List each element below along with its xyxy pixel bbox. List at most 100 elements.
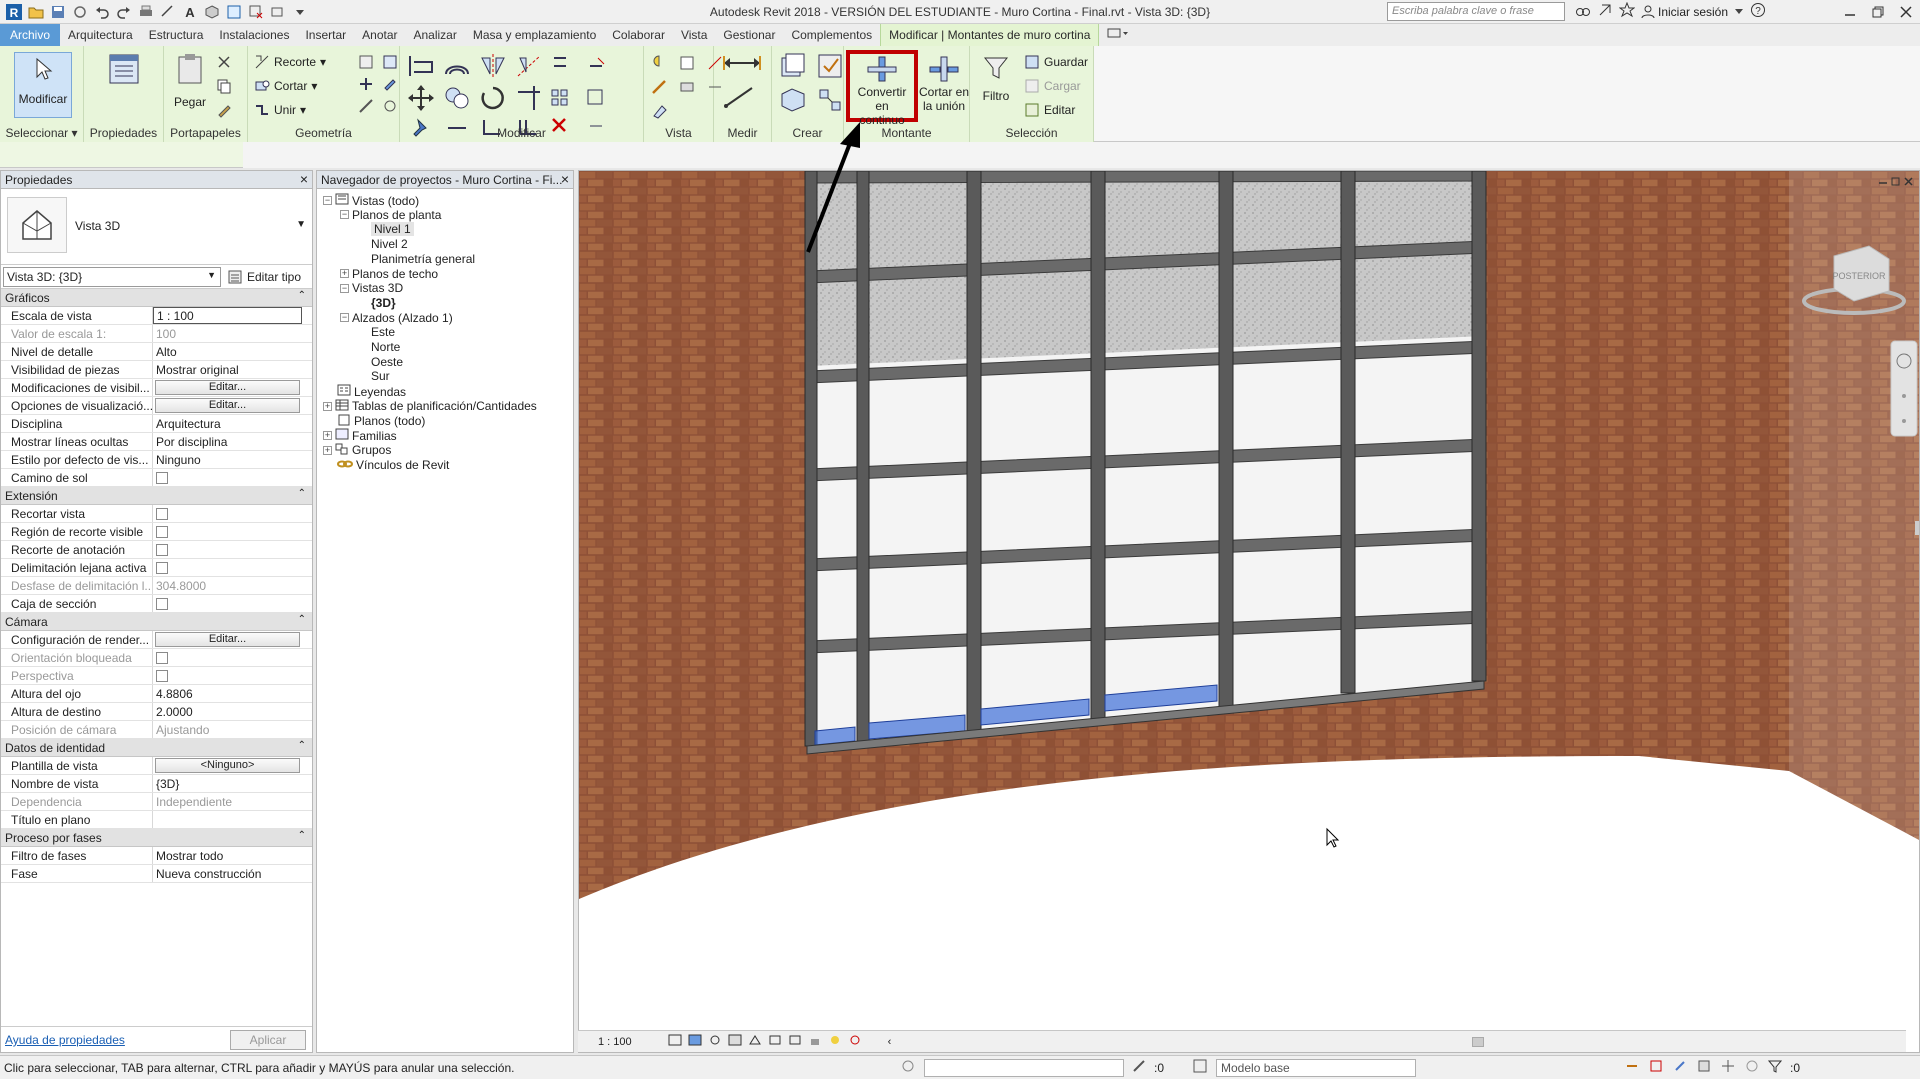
view-filter-icon[interactable] <box>678 78 696 96</box>
lock-view-icon[interactable] <box>808 1034 822 1049</box>
edit-selection-button[interactable]: Editar <box>1024 102 1075 118</box>
collapse-icon[interactable]: ⌃ <box>298 830 306 841</box>
instance-selector[interactable]: Vista 3D: {3D} ▼ <box>3 266 221 287</box>
browser-item[interactable]: − Vistas 3D <box>340 281 403 295</box>
property-value[interactable]: Alto <box>153 343 312 360</box>
property-value[interactable]: Mostrar todo <box>153 847 312 864</box>
browser-item[interactable]: + Grupos <box>323 443 391 458</box>
browser-item[interactable]: Norte <box>357 340 400 354</box>
browser-item[interactable]: Planimetría general <box>357 252 475 266</box>
pan-icon[interactable] <box>1902 419 1906 423</box>
help-icon[interactable]: ? <box>1750 2 1766 21</box>
visual-style-icon[interactable] <box>688 1034 702 1049</box>
property-checkbox[interactable] <box>156 472 168 484</box>
minimize-icon[interactable] <box>1836 0 1864 24</box>
save-icon[interactable] <box>48 2 68 22</box>
property-section-header[interactable]: Extensión ⌃ <box>1 487 312 505</box>
expand-icon[interactable]: + <box>340 269 349 278</box>
array-icon[interactable] <box>550 84 570 112</box>
property-section-header[interactable]: Cámara ⌃ <box>1 613 312 631</box>
property-section-header[interactable]: Datos de identidad ⌃ <box>1 739 312 757</box>
tab-archivo[interactable]: Archivo <box>0 24 61 46</box>
property-value[interactable] <box>153 523 312 540</box>
close-icon[interactable]: × <box>300 171 308 187</box>
text-icon[interactable]: A <box>180 2 200 22</box>
measure-between-icon[interactable] <box>720 52 764 74</box>
favorites-star-icon[interactable] <box>1618 1 1636 21</box>
3d-view-icon[interactable] <box>202 2 222 22</box>
collapse-icon[interactable]: ⌃ <box>298 290 306 301</box>
expand-icon[interactable]: + <box>323 401 332 411</box>
copy-element-icon[interactable] <box>442 84 472 112</box>
paste-button[interactable]: Pegar <box>170 52 210 118</box>
select-links-icon[interactable] <box>1624 1058 1640 1077</box>
property-value[interactable] <box>153 667 312 684</box>
close-icon[interactable] <box>1892 0 1920 24</box>
signin-button[interactable]: Iniciar sesión <box>1641 5 1728 19</box>
tab-vista[interactable]: Vista <box>673 24 715 46</box>
print-icon[interactable] <box>136 2 156 22</box>
split-face-icon[interactable] <box>382 54 398 70</box>
exchange-dropdown-icon[interactable] <box>1734 5 1744 19</box>
ribbon-toggle-icon[interactable] <box>1099 24 1137 46</box>
sun-path-icon[interactable] <box>708 1034 722 1049</box>
filter-button[interactable]: Filtro <box>974 54 1018 120</box>
split-icon[interactable] <box>550 52 570 80</box>
trim-extend-icon[interactable] <box>514 84 544 112</box>
temp-hide-icon[interactable] <box>678 54 696 72</box>
property-edit-button[interactable]: Editar... <box>155 398 300 413</box>
modify-button[interactable]: Modificar <box>14 52 72 118</box>
browser-item[interactable]: Leyendas <box>323 384 406 399</box>
split-gap-icon[interactable] <box>586 52 606 80</box>
save-selection-button[interactable]: Guardar <box>1024 54 1088 70</box>
paint-icon[interactable] <box>382 76 398 92</box>
browser-item[interactable]: Oeste <box>357 355 403 369</box>
break-at-join-button[interactable]: Cortar en la unión <box>918 54 970 120</box>
property-checkbox[interactable] <box>156 652 168 664</box>
horizontal-scrollbar[interactable] <box>897 1036 1897 1047</box>
property-value[interactable]: Por disciplina <box>153 433 312 450</box>
property-value[interactable] <box>153 505 312 522</box>
undo-icon[interactable] <box>92 2 112 22</box>
browser-item[interactable]: + Planos de techo <box>340 267 438 281</box>
crop-view-icon[interactable] <box>768 1034 782 1049</box>
vertical-scroll-thumb[interactable] <box>1915 521 1920 535</box>
create-assembly-icon[interactable] <box>778 52 808 80</box>
browser-item[interactable]: + Tablas de planificación/Cantidades <box>323 399 537 414</box>
align-icon[interactable] <box>406 52 436 80</box>
shadows-icon[interactable] <box>728 1034 742 1049</box>
expand-icon[interactable]: + <box>323 445 332 455</box>
create-similar-icon[interactable] <box>816 86 846 114</box>
properties-button[interactable] <box>96 52 152 118</box>
browser-item[interactable]: − Alzados (Alzado 1) <box>340 311 453 325</box>
switch-windows-icon[interactable] <box>268 2 288 22</box>
property-value[interactable]: <Ninguno> <box>153 757 312 774</box>
property-checkbox[interactable] <box>156 508 168 520</box>
restore-icon[interactable] <box>1864 0 1892 24</box>
reveal-hidden-icon[interactable] <box>848 1034 862 1049</box>
chevron-left-icon[interactable]: ‹ <box>888 1036 892 1048</box>
workset-dropdown[interactable] <box>924 1058 1124 1077</box>
tab-anotar[interactable]: Anotar <box>354 24 405 46</box>
browser-item[interactable]: Nivel 2 <box>357 237 408 251</box>
collapse-icon[interactable]: − <box>323 196 332 205</box>
beam-join-icon[interactable] <box>358 76 374 92</box>
mirror-draw-icon[interactable] <box>514 52 544 80</box>
copy-icon[interactable] <box>216 78 232 94</box>
property-value[interactable] <box>153 469 312 486</box>
scale-icon[interactable] <box>586 84 606 112</box>
binoculars-icon[interactable] <box>1575 2 1591 21</box>
3d-model-canvas[interactable]: POSTERIOR <box>579 171 1920 1031</box>
collapse-icon[interactable]: − <box>340 313 349 323</box>
tab-analizar[interactable]: Analizar <box>406 24 465 46</box>
browser-item[interactable]: Vínculos de Revit <box>323 458 449 473</box>
navigation-bar[interactable] <box>1890 340 1918 437</box>
cut-geometry-button[interactable]: Cortar ▾ <box>254 78 317 94</box>
select-underlay-icon[interactable] <box>1648 1058 1664 1077</box>
properties-help-link[interactable]: Ayuda de propiedades <box>5 1033 125 1047</box>
view-scale[interactable]: 1 : 100 <box>598 1036 632 1048</box>
select-panel-label[interactable]: Seleccionar ▾ <box>0 126 83 140</box>
filter-status-icon[interactable] <box>1767 1059 1783 1076</box>
aligned-dimension-icon[interactable] <box>720 84 764 110</box>
property-value[interactable]: 1 : 100 <box>153 307 312 324</box>
